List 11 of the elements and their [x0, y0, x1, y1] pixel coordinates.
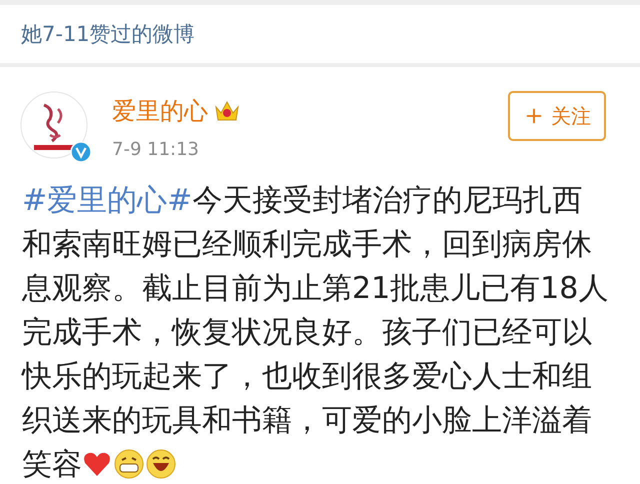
hashtag-link[interactable]: #爱里的心#	[22, 183, 192, 218]
verified-icon	[70, 141, 92, 163]
laughing-face-icon	[146, 449, 176, 479]
crown-icon	[214, 99, 240, 123]
section-title: 她7-11赞过的微博	[21, 21, 195, 48]
post-text: #爱里的心#今天接受封堵治疗的尼玛扎西和索南旺姆已经顺利完成手术，回到病房休息观察。截止目前为止第21批患儿已有18人完成手术，恢复状况良好。孩子们已经可以快乐的玩起来了，也收到很多爱心人士和组织送来的玩具和书籍，可爱的小脸上洋溢着笑容	[22, 183, 608, 482]
follow-button[interactable]: 关注	[508, 91, 606, 141]
post-time: 7-9 11:13	[112, 139, 200, 160]
grinning-face-icon	[114, 449, 144, 479]
avatar[interactable]	[20, 91, 88, 159]
author-name[interactable]: 爱里的心	[112, 95, 208, 127]
